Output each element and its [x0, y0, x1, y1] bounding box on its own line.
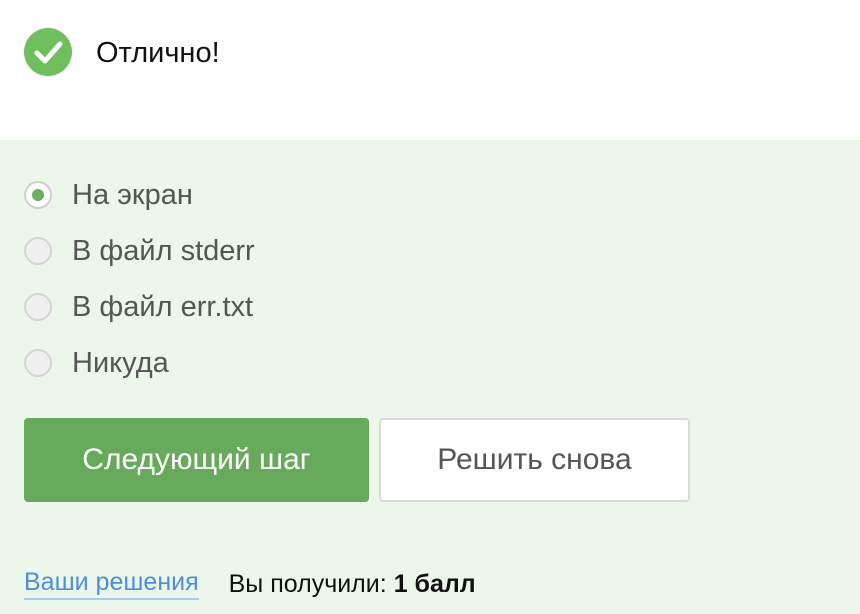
your-solutions-link[interactable]: Ваши решения	[24, 568, 199, 600]
option-label: В файл err.txt	[72, 290, 254, 323]
score-label: Вы получили:	[228, 569, 387, 598]
option-label: Никуда	[72, 346, 169, 379]
quiz-panel: На экран В файл stderr В файл err.txt Ни…	[0, 140, 860, 614]
radio-button[interactable]	[24, 293, 52, 321]
score-value: 1 балл	[393, 569, 476, 598]
option-label: В файл stderr	[72, 234, 255, 267]
footer: Ваши решения Вы получили: 1 балл	[24, 564, 476, 604]
option-4[interactable]: Никуда	[24, 343, 169, 383]
result-message: Отлично!	[96, 37, 220, 69]
result-header: Отлично!	[0, 0, 860, 140]
option-2[interactable]: В файл stderr	[24, 231, 255, 271]
radio-button-selected[interactable]	[24, 181, 52, 209]
next-step-button[interactable]: Следующий шаг	[24, 418, 369, 502]
solve-again-button[interactable]: Решить снова	[379, 418, 690, 502]
option-1[interactable]: На экран	[24, 175, 193, 215]
radio-button[interactable]	[24, 349, 52, 377]
check-circle-icon	[24, 28, 72, 76]
radio-button[interactable]	[24, 237, 52, 265]
option-3[interactable]: В файл err.txt	[24, 287, 253, 327]
option-label: На экран	[72, 178, 193, 211]
